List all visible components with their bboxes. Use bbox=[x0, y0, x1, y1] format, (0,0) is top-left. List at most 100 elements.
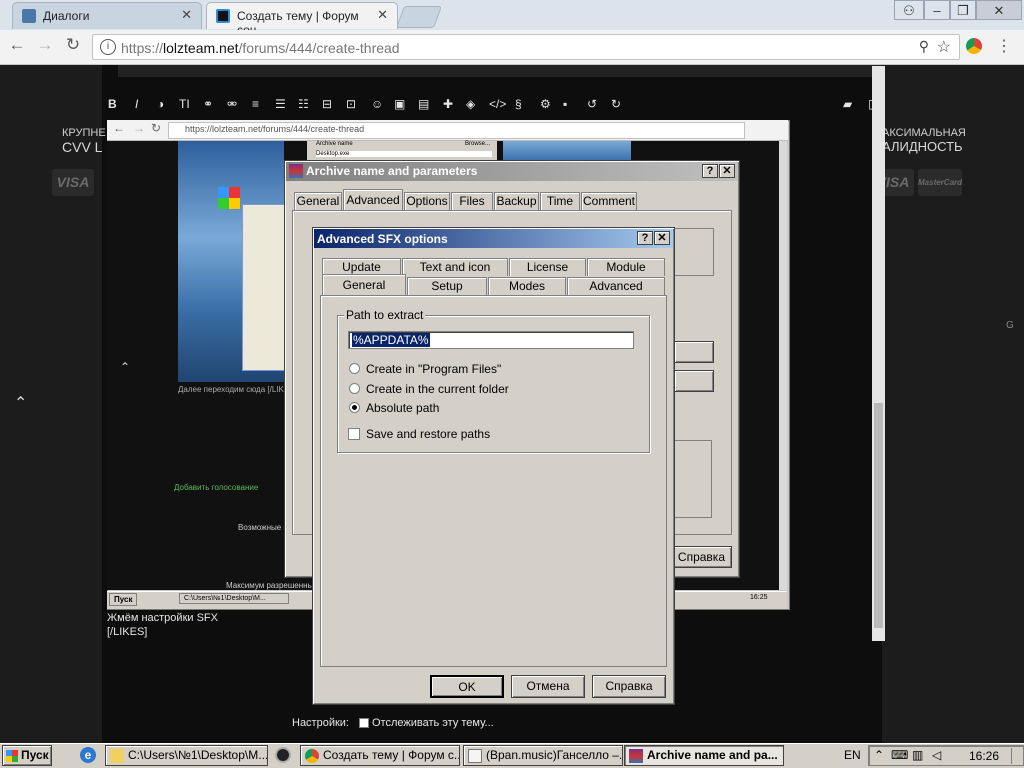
embedded-start: Пуск bbox=[109, 593, 138, 606]
tab-advanced[interactable]: Advanced bbox=[343, 189, 403, 210]
tab-dialogs[interactable]: Диалоги ✕ bbox=[12, 2, 202, 29]
back-icon[interactable]: ← bbox=[6, 35, 28, 57]
help-button-bottom[interactable]: Справка bbox=[592, 675, 666, 698]
close-window-button[interactable]: ✕ bbox=[976, 0, 1022, 20]
start-button[interactable]: Пуск bbox=[2, 745, 52, 766]
tab-module[interactable]: Module bbox=[587, 258, 665, 276]
show-desktop-button[interactable] bbox=[1011, 748, 1018, 764]
page-scrollbar-thumb[interactable] bbox=[874, 403, 883, 628]
tab-create-thread[interactable]: Создать тему | Форум соц ✕ bbox=[206, 2, 398, 37]
tab-advanced[interactable]: Advanced bbox=[567, 277, 665, 295]
number-list-icon[interactable]: ☷ bbox=[298, 97, 309, 111]
tab-options[interactable]: Options bbox=[404, 192, 450, 210]
network-icon[interactable]: ▥ bbox=[912, 748, 923, 762]
close-button[interactable]: ✕ bbox=[719, 164, 735, 178]
close-icon[interactable]: ✕ bbox=[181, 7, 192, 23]
unlink-icon[interactable]: ⚮ bbox=[227, 97, 237, 111]
bullet-list-icon[interactable]: ☰ bbox=[275, 97, 286, 111]
help-button[interactable]: ? bbox=[637, 231, 653, 245]
save-restore-paths-checkbox[interactable] bbox=[348, 428, 360, 440]
zoom-icon[interactable]: ⚲ bbox=[919, 38, 929, 55]
lolz-icon bbox=[216, 9, 230, 23]
info-icon[interactable]: i bbox=[100, 39, 116, 55]
italic-icon[interactable]: I bbox=[135, 97, 138, 111]
save-icon[interactable]: ▪ bbox=[563, 97, 567, 111]
indent-icon[interactable]: ⊟ bbox=[322, 97, 332, 111]
close-icon[interactable]: ✕ bbox=[377, 7, 388, 23]
close-button[interactable]: ✕ bbox=[654, 231, 670, 245]
tab-general[interactable]: General bbox=[322, 274, 406, 296]
watch-thread-checkbox[interactable] bbox=[359, 718, 369, 728]
link-icon[interactable]: ⚭ bbox=[203, 97, 213, 111]
radio-current-folder[interactable] bbox=[349, 383, 360, 394]
plus-icon[interactable]: ✚ bbox=[443, 97, 453, 111]
volume-icon[interactable]: ◁ bbox=[932, 748, 941, 762]
sfx-dialog-titlebar[interactable]: Advanced SFX options ? ✕ bbox=[314, 229, 673, 248]
scroll-up-icon[interactable]: ⌃ bbox=[14, 393, 27, 413]
archive-side-button-1[interactable] bbox=[674, 341, 714, 363]
ie-icon[interactable]: e bbox=[80, 747, 96, 763]
tab-files[interactable]: Files bbox=[451, 192, 493, 210]
taskbar-item-winrar[interactable]: Archive name and pa... bbox=[624, 745, 784, 766]
taskbar-item-music[interactable]: (Вpan.music)Ганселло –... bbox=[463, 745, 623, 766]
page-scrollbar[interactable] bbox=[872, 66, 885, 641]
radio-absolute-path[interactable] bbox=[349, 402, 360, 413]
user-icon[interactable]: ⚇ bbox=[894, 0, 924, 20]
tab-text-and-icon[interactable]: Text and icon bbox=[402, 258, 508, 276]
promo-right-top: АКСИМАЛЬНАЯ bbox=[882, 127, 966, 139]
radio-program-files[interactable] bbox=[349, 363, 360, 374]
tab-modes[interactable]: Modes bbox=[488, 277, 566, 295]
restore-button[interactable]: ❐ bbox=[950, 0, 976, 20]
redo-icon[interactable]: ↻ bbox=[611, 97, 621, 111]
taskbar-item-chrome[interactable]: Создать тему | Форум с... bbox=[300, 745, 460, 766]
folder-icon bbox=[110, 749, 124, 763]
help-button[interactable]: ? bbox=[702, 164, 718, 178]
new-tab-button[interactable] bbox=[395, 6, 443, 28]
tab-comment[interactable]: Comment bbox=[581, 192, 637, 210]
taskbar-item-explorer[interactable]: C:\Users\№1\Desktop\M... bbox=[105, 745, 268, 766]
forward-icon[interactable]: → bbox=[34, 35, 56, 57]
promo-right-bottom: АЛИДНОСТЬ bbox=[882, 139, 963, 154]
image-icon[interactable]: ▣ bbox=[394, 97, 405, 111]
app-icon bbox=[218, 187, 240, 209]
tab-license[interactable]: License bbox=[509, 258, 586, 276]
bookmark-star-icon[interactable]: ☆ bbox=[937, 37, 951, 57]
archive-dialog-titlebar[interactable]: Archive name and parameters ? ✕ bbox=[286, 162, 738, 181]
cancel-button[interactable]: Отмена bbox=[511, 675, 585, 698]
color-icon[interactable]: ◑ bbox=[157, 97, 164, 111]
bold-icon[interactable]: B bbox=[108, 97, 117, 111]
eraser-icon[interactable]: ▰ bbox=[843, 97, 852, 111]
reload-icon[interactable]: ↻ bbox=[62, 35, 84, 57]
language-indicator[interactable]: EN bbox=[844, 748, 861, 762]
tab-backup[interactable]: Backup bbox=[494, 192, 539, 210]
address-bar[interactable]: i https://lolzteam.net/forums/444/create… bbox=[92, 34, 960, 60]
media-player-icon[interactable] bbox=[275, 747, 291, 763]
quote-icon[interactable]: ⊡ bbox=[346, 97, 356, 111]
archive-side-button-2[interactable] bbox=[674, 370, 714, 392]
path-input[interactable]: %APPDATA% bbox=[348, 331, 634, 349]
undo-icon[interactable]: ↺ bbox=[587, 97, 597, 111]
extension-icon[interactable] bbox=[966, 38, 982, 54]
tab-time[interactable]: Time bbox=[540, 192, 580, 210]
media-icon[interactable]: ▤ bbox=[418, 97, 429, 111]
code-icon[interactable]: </> bbox=[489, 97, 506, 111]
usb-icon[interactable]: ⌨ bbox=[891, 748, 908, 762]
watch-thread-label[interactable]: Отслеживать эту тему... bbox=[372, 717, 494, 729]
tab-setup[interactable]: Setup bbox=[407, 277, 487, 295]
tab-general[interactable]: General bbox=[294, 192, 342, 210]
radio-program-files-label[interactable]: Create in "Program Files" bbox=[366, 362, 501, 376]
tray-arrow-icon[interactable]: ⌃ bbox=[874, 748, 884, 762]
align-icon[interactable]: ≡ bbox=[252, 97, 259, 111]
menu-icon[interactable]: ⋮ bbox=[996, 36, 1012, 56]
radio-current-folder-label[interactable]: Create in the current folder bbox=[366, 382, 509, 396]
smiley-icon[interactable]: ☺ bbox=[371, 97, 383, 111]
ok-button[interactable]: OK bbox=[430, 675, 504, 698]
steam-icon[interactable]: ⚙ bbox=[540, 97, 551, 111]
radio-absolute-path-label[interactable]: Absolute path bbox=[366, 401, 439, 415]
save-restore-paths-label[interactable]: Save and restore paths bbox=[366, 427, 490, 441]
spoiler-icon[interactable]: § bbox=[515, 97, 522, 111]
font-size-icon[interactable]: TI bbox=[179, 97, 190, 111]
url-path: /forums/444/create-thread bbox=[238, 40, 400, 56]
minimize-button[interactable]: – bbox=[924, 0, 950, 20]
hide-icon[interactable]: ◈ bbox=[466, 97, 475, 111]
